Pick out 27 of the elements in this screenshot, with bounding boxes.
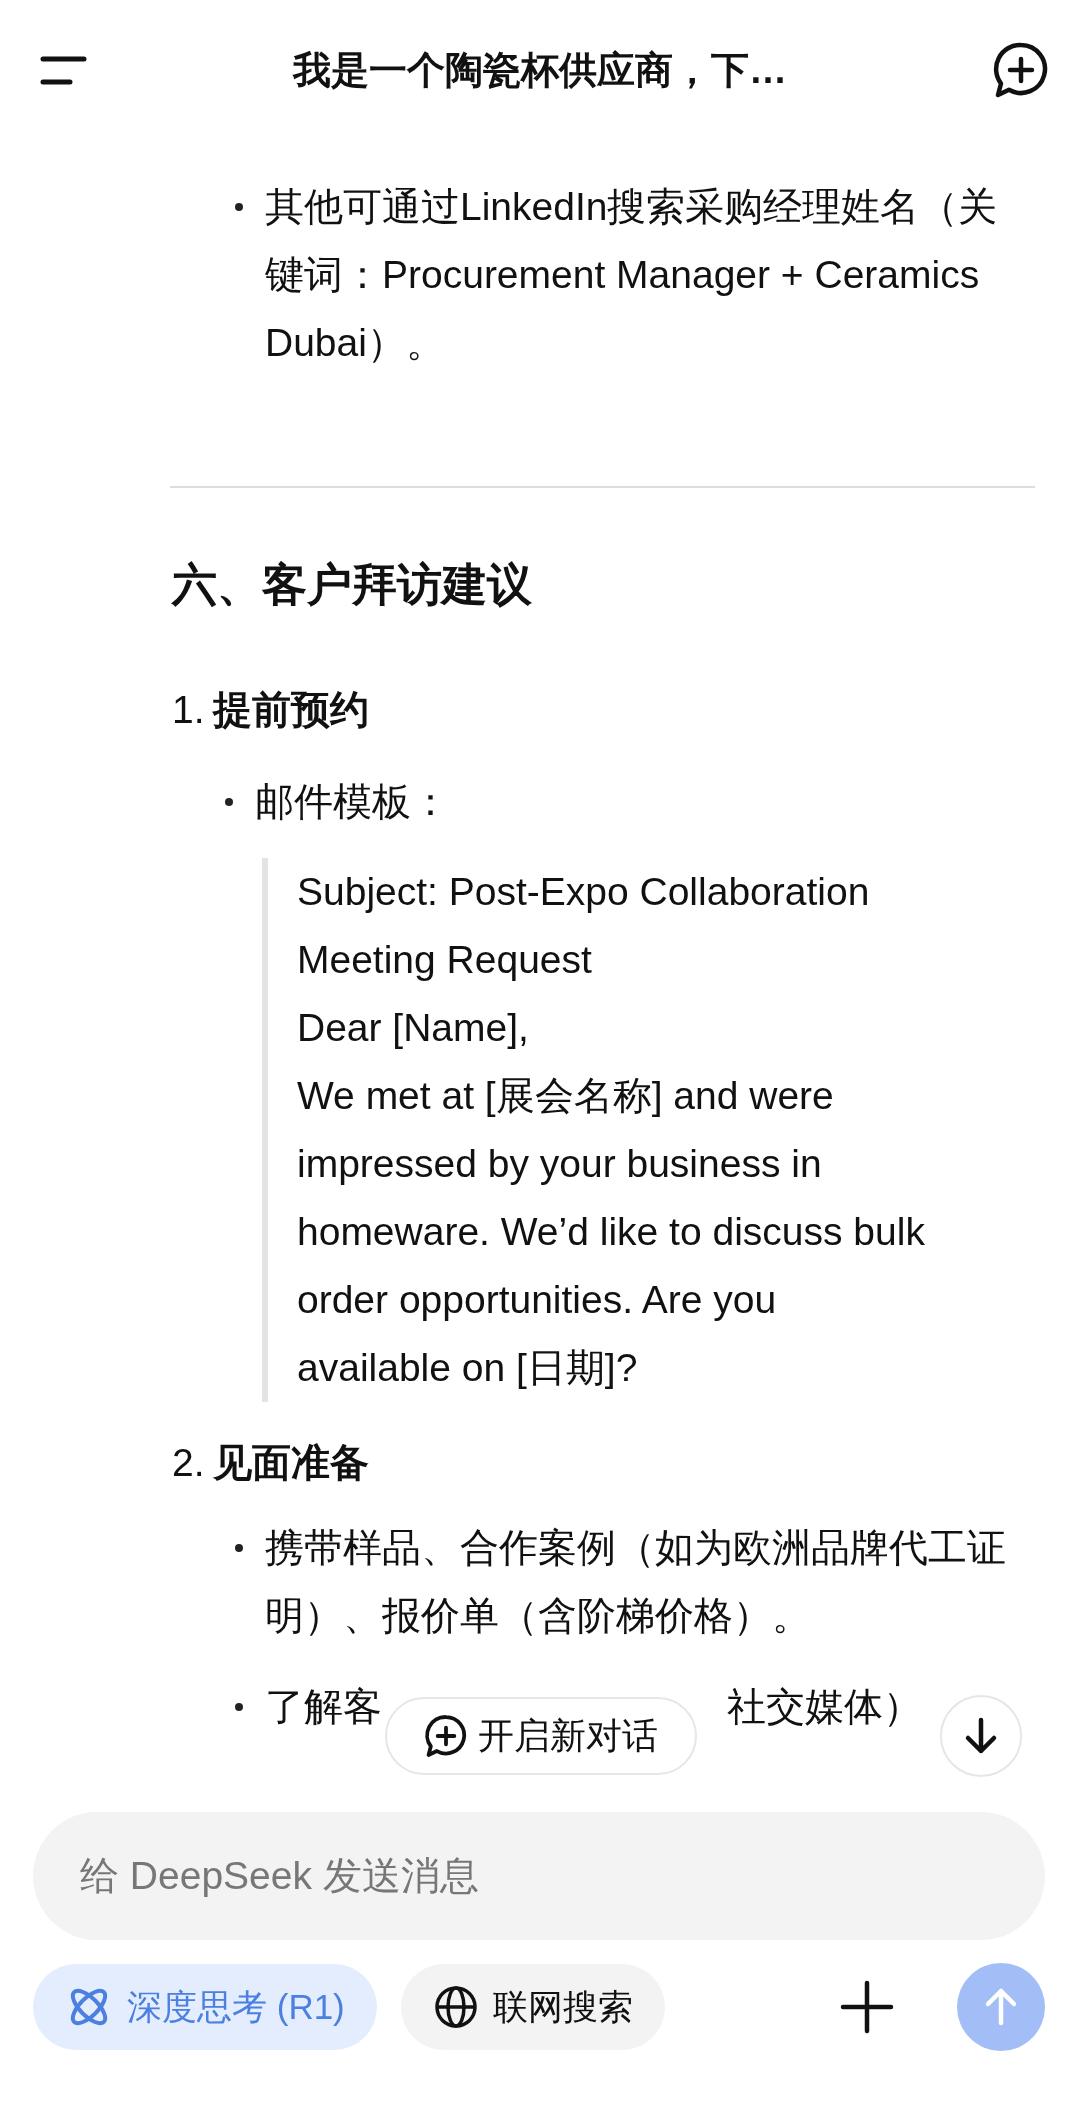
list-number: 1.	[172, 687, 205, 733]
quote-line: Subject: Post-Expo Collaboration Meeting Request	[297, 869, 871, 983]
list-heading: 见面准备	[212, 1440, 369, 1486]
new-chat-icon	[424, 1714, 468, 1758]
chat-title: 我是一个陶瓷杯供应商，下…	[293, 47, 787, 93]
bullet-text: 社交媒体）	[727, 1684, 922, 1730]
menu-icon[interactable]	[40, 55, 88, 85]
new-chat-icon[interactable]	[992, 41, 1050, 99]
quote-line: We met at [展会名称] and were impressed by your business in homeware. We’d like to discuss bulk order opportunities. Are you available on [日期]?	[297, 1073, 926, 1391]
globe-icon	[432, 1984, 479, 2030]
bullet-text: 其他可通过LinkedIn搜索采购经理姓名（关键词：Procurement Manager + Ceramics Dubai）。	[265, 184, 999, 366]
bullet-dot	[235, 1703, 243, 1711]
bullet-dot	[235, 1544, 243, 1552]
list-heading: 提前预约	[212, 687, 369, 733]
plus-icon	[839, 1979, 895, 2035]
quote-line: Dear [Name],	[297, 1005, 530, 1051]
section-heading: 六、客户拜访建议	[172, 558, 533, 612]
bullet-dot	[225, 798, 233, 806]
bullet-text: 了解客	[265, 1684, 382, 1730]
list-number: 2.	[172, 1440, 205, 1486]
new-chat-button[interactable]: 开启新对话	[385, 1697, 697, 1775]
bullet-text: 邮件模板：	[255, 779, 450, 825]
bullet-text: 携带样品、合作案例（如为欧洲品牌代工证明）、报价单（含阶梯价格）。	[265, 1525, 1007, 1639]
bullet-dot	[235, 203, 243, 211]
message-input[interactable]: 给 DeepSeek 发送消息	[33, 1812, 1045, 1940]
mode-toggle[interactable]: 联网搜索	[400, 1964, 665, 2050]
add-attachment-button[interactable]	[839, 1979, 895, 2035]
